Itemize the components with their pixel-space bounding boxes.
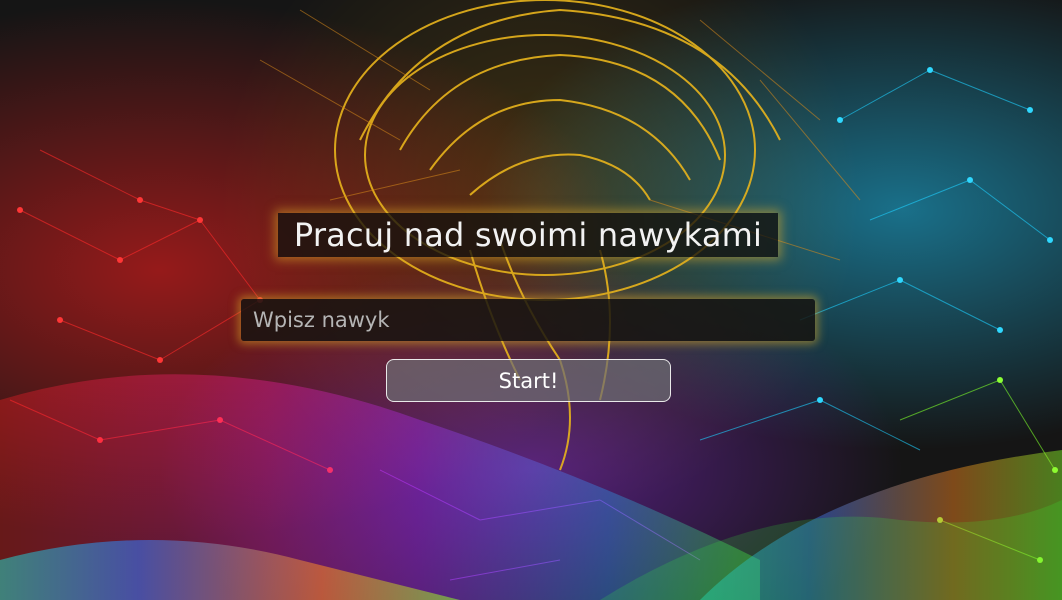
page-title: Pracuj nad swoimi nawykami bbox=[293, 216, 763, 254]
start-button[interactable]: Start! bbox=[386, 359, 671, 402]
habit-input[interactable] bbox=[241, 299, 815, 341]
title-banner: Pracuj nad swoimi nawykami bbox=[278, 213, 778, 257]
